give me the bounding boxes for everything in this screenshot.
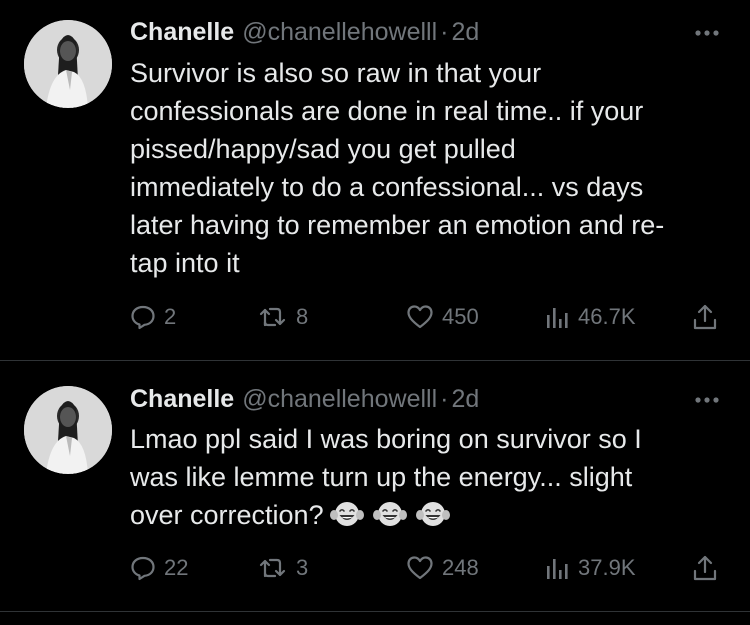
views-button[interactable]: 46.7K bbox=[544, 302, 636, 332]
repost-button[interactable]: 8 bbox=[258, 302, 308, 332]
tears-of-joy-emoji-icon bbox=[372, 502, 407, 526]
tweet-text-container: Lmao ppl said I was boring on survivor s… bbox=[130, 420, 730, 539]
reply-count: 2 bbox=[164, 304, 177, 329]
heart-icon bbox=[407, 305, 433, 329]
views-chart-icon bbox=[547, 559, 568, 579]
more-options-icon[interactable] bbox=[694, 395, 720, 405]
avatar[interactable] bbox=[24, 20, 112, 108]
like-button[interactable]: 450 bbox=[406, 302, 479, 332]
like-button[interactable]: 248 bbox=[406, 553, 479, 583]
repost-button[interactable]: 3 bbox=[258, 553, 308, 583]
tweet-1[interactable]: Chanelle @chanellehowelll · 2d Survivor is … bbox=[0, 0, 750, 360]
more-options-icon[interactable] bbox=[694, 28, 720, 38]
share-icon bbox=[693, 304, 717, 330]
tweet-divider bbox=[0, 611, 750, 612]
reply-button[interactable]: 22 bbox=[130, 553, 188, 583]
tweet-actions: 2 8 450 46.7K bbox=[130, 302, 730, 332]
avatar-photo bbox=[24, 20, 112, 108]
tweet-text: Survivor is also so raw in that your con… bbox=[130, 58, 665, 278]
avatar-photo bbox=[24, 386, 112, 474]
tweet-timestamp[interactable]: 2d bbox=[451, 385, 479, 413]
emoji-group bbox=[329, 499, 459, 539]
reply-icon bbox=[131, 556, 155, 581]
tears-of-joy-emoji-icon bbox=[329, 502, 364, 526]
separator-dot: · bbox=[440, 18, 449, 46]
tweet-actions: 22 3 248 37.9K bbox=[130, 553, 730, 583]
tweet-header: Chanelle @chanellehowelll · 2d bbox=[130, 16, 479, 48]
repost-icon bbox=[259, 558, 286, 578]
reply-button[interactable]: 2 bbox=[130, 302, 176, 332]
separator-dot: · bbox=[440, 385, 449, 413]
author-handle[interactable]: @chanellehowelll bbox=[242, 18, 437, 46]
tears-of-joy-emoji-icon bbox=[415, 502, 450, 526]
share-icon bbox=[693, 555, 717, 581]
tweet-2[interactable]: Chanelle @chanellehowelll · 2d Lmao ppl sai… bbox=[0, 361, 750, 611]
views-chart-icon bbox=[547, 308, 568, 328]
heart-icon bbox=[407, 556, 433, 580]
reply-count: 22 bbox=[164, 555, 189, 580]
repost-count: 3 bbox=[296, 555, 309, 580]
views-count: 46.7K bbox=[578, 304, 636, 329]
author-display-name[interactable]: Chanelle bbox=[130, 18, 234, 46]
author-display-name[interactable]: Chanelle bbox=[130, 385, 234, 413]
tweet-timestamp[interactable]: 2d bbox=[451, 18, 479, 46]
author-handle[interactable]: @chanellehowelll bbox=[242, 385, 437, 413]
views-button[interactable]: 37.9K bbox=[544, 553, 636, 583]
views-count: 37.9K bbox=[578, 555, 636, 580]
like-count: 450 bbox=[442, 304, 479, 329]
tweet-header: Chanelle @chanellehowelll · 2d bbox=[130, 383, 479, 415]
repost-count: 8 bbox=[296, 304, 309, 329]
like-count: 248 bbox=[442, 555, 479, 580]
repost-icon bbox=[259, 307, 286, 327]
share-button[interactable] bbox=[692, 302, 718, 332]
reply-icon bbox=[131, 305, 155, 330]
share-button[interactable] bbox=[692, 553, 718, 583]
avatar[interactable] bbox=[24, 386, 112, 474]
